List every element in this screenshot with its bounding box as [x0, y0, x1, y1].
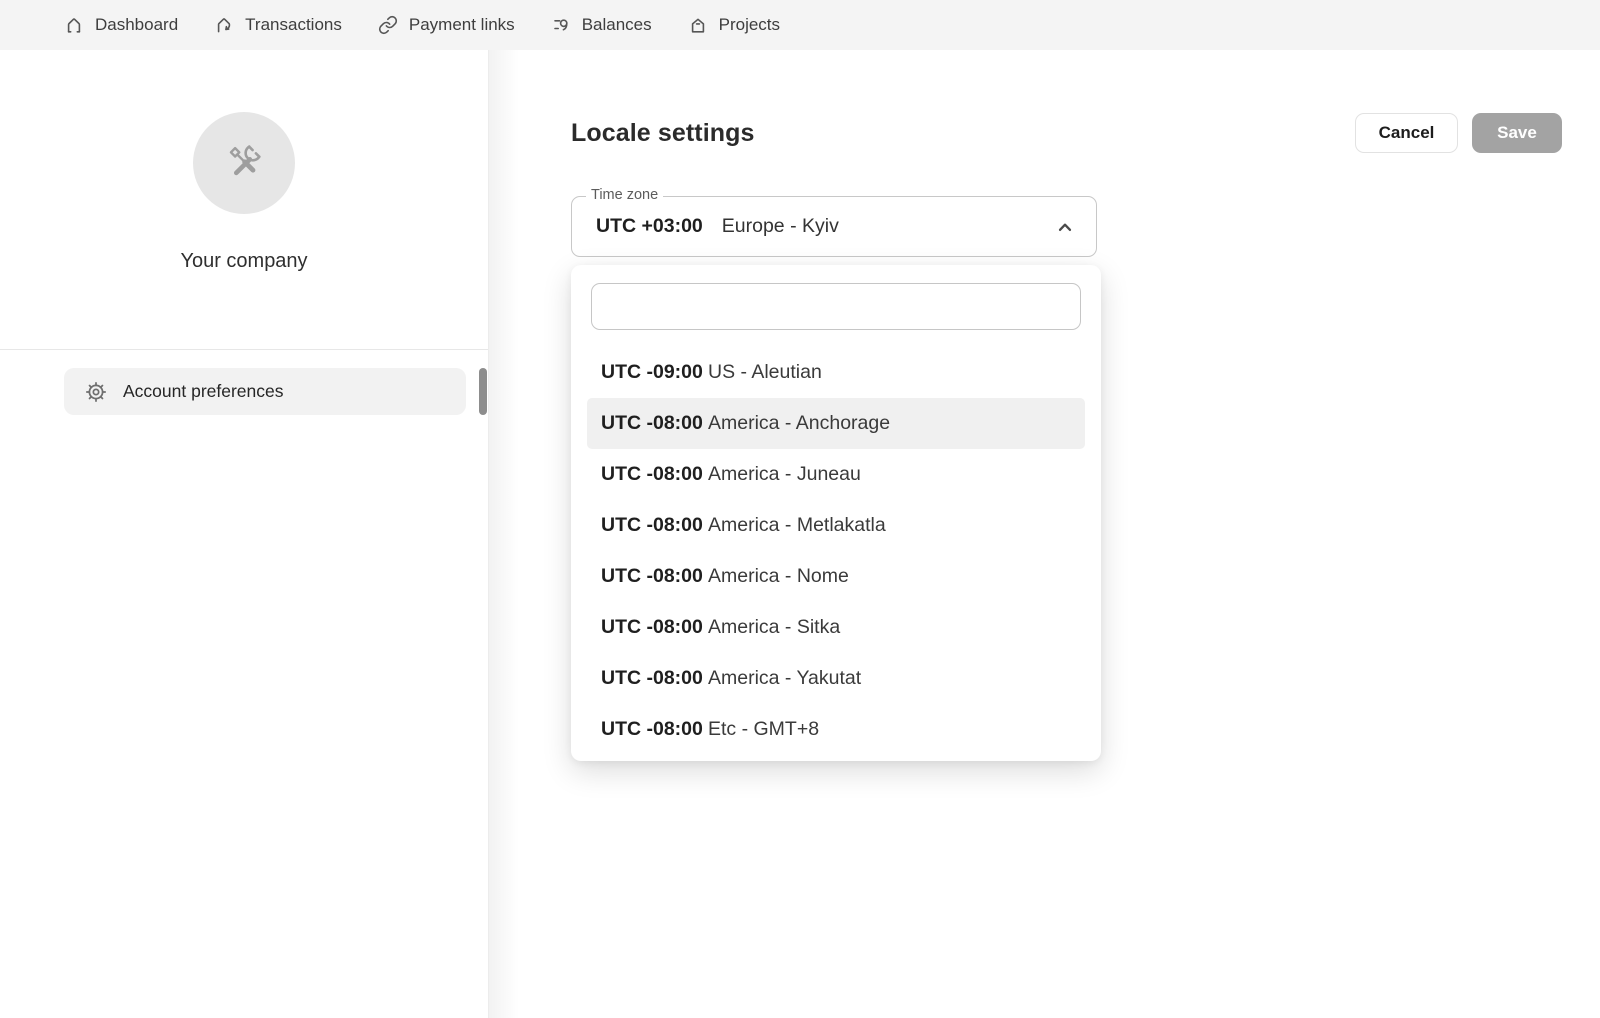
cancel-button[interactable]: Cancel	[1355, 113, 1458, 153]
transactions-icon	[214, 15, 234, 35]
timezone-field-label: Time zone	[586, 187, 663, 203]
top-nav: Dashboard Transactions Payment links Bal…	[0, 0, 1600, 50]
timezone-option-highlighted[interactable]: UTC -08:00 America - Anchorage	[587, 398, 1085, 449]
timezone-option[interactable]: UTC -08:00 America - Yakutat	[587, 653, 1085, 704]
option-offset: UTC -08:00	[601, 412, 708, 435]
balances-icon	[551, 15, 571, 35]
option-offset: UTC -08:00	[601, 463, 708, 486]
timezone-field: Time zone UTC +03:00 Europe - Kyiv UTC -…	[571, 196, 1097, 257]
option-name: America - Sitka	[708, 616, 840, 639]
home-icon	[64, 15, 84, 35]
option-name: America - Metlakatla	[708, 514, 886, 537]
timezone-option[interactable]: UTC -08:00 Etc - GMT+8	[587, 704, 1085, 755]
timezone-option[interactable]: UTC -08:00 America - Metlakatla	[587, 500, 1085, 551]
gear-icon	[85, 381, 107, 403]
nav-item-transactions[interactable]: Transactions	[214, 15, 342, 35]
tools-icon	[221, 138, 267, 189]
option-offset: UTC -08:00	[601, 565, 708, 588]
timezone-select[interactable]: Time zone UTC +03:00 Europe - Kyiv	[571, 196, 1097, 257]
option-name: America - Juneau	[708, 463, 861, 486]
page-title: Locale settings	[571, 119, 755, 148]
nav-item-payment-links[interactable]: Payment links	[378, 15, 515, 35]
timezone-option[interactable]: UTC -08:00 America - Sitka	[587, 602, 1085, 653]
sidebar-scrollbar-thumb[interactable]	[479, 368, 487, 415]
option-offset: UTC -08:00	[601, 514, 708, 537]
timezone-selected-name: Europe - Kyiv	[722, 215, 839, 238]
nav-item-balances[interactable]: Balances	[551, 15, 652, 35]
page-header: Locale settings Cancel Save	[571, 50, 1562, 153]
company-profile: Your company	[0, 50, 488, 273]
option-offset: UTC -08:00	[601, 616, 708, 639]
option-name: America - Anchorage	[708, 412, 890, 435]
header-actions: Cancel Save	[1355, 113, 1562, 153]
timezone-option[interactable]: UTC -08:00 America - Nome	[587, 551, 1085, 602]
nav-item-label: Projects	[719, 15, 780, 35]
sidebar-divider	[0, 349, 488, 350]
link-icon	[378, 15, 398, 35]
option-offset: UTC -08:00	[601, 667, 708, 690]
nav-item-label: Balances	[582, 15, 652, 35]
nav-item-projects[interactable]: Projects	[688, 15, 780, 35]
option-name: America - Nome	[708, 565, 849, 588]
option-name: US - Aleutian	[708, 361, 822, 384]
timezone-option[interactable]: UTC -09:00 US - Aleutian	[587, 347, 1085, 398]
option-name: America - Yakutat	[708, 667, 861, 690]
option-name: Etc - GMT+8	[708, 718, 819, 741]
sidebar-item-account-preferences[interactable]: Account preferences	[64, 368, 466, 415]
timezone-option-list: UTC -09:00 US - Aleutian UTC -08:00 Amer…	[571, 347, 1101, 755]
nav-item-label: Payment links	[409, 15, 515, 35]
sidebar-item-label: Account preferences	[123, 381, 284, 402]
nav-item-label: Transactions	[245, 15, 342, 35]
timezone-search-input[interactable]	[591, 283, 1081, 330]
company-avatar	[193, 112, 295, 214]
nav-item-label: Dashboard	[95, 15, 178, 35]
company-name: Your company	[0, 250, 488, 273]
nav-item-dashboard[interactable]: Dashboard	[64, 15, 178, 35]
main-content: Locale settings Cancel Save Time zone UT…	[489, 50, 1600, 1018]
timezone-option[interactable]: UTC -08:00 America - Juneau	[587, 449, 1085, 500]
option-offset: UTC -08:00	[601, 718, 708, 741]
timezone-dropdown: UTC -09:00 US - Aleutian UTC -08:00 Amer…	[571, 265, 1101, 761]
projects-icon	[688, 15, 708, 35]
timezone-selected-offset: UTC +03:00	[596, 215, 703, 238]
option-offset: UTC -09:00	[601, 361, 708, 384]
sidebar: Your company Account preferences	[0, 50, 489, 1018]
save-button[interactable]: Save	[1472, 113, 1562, 153]
